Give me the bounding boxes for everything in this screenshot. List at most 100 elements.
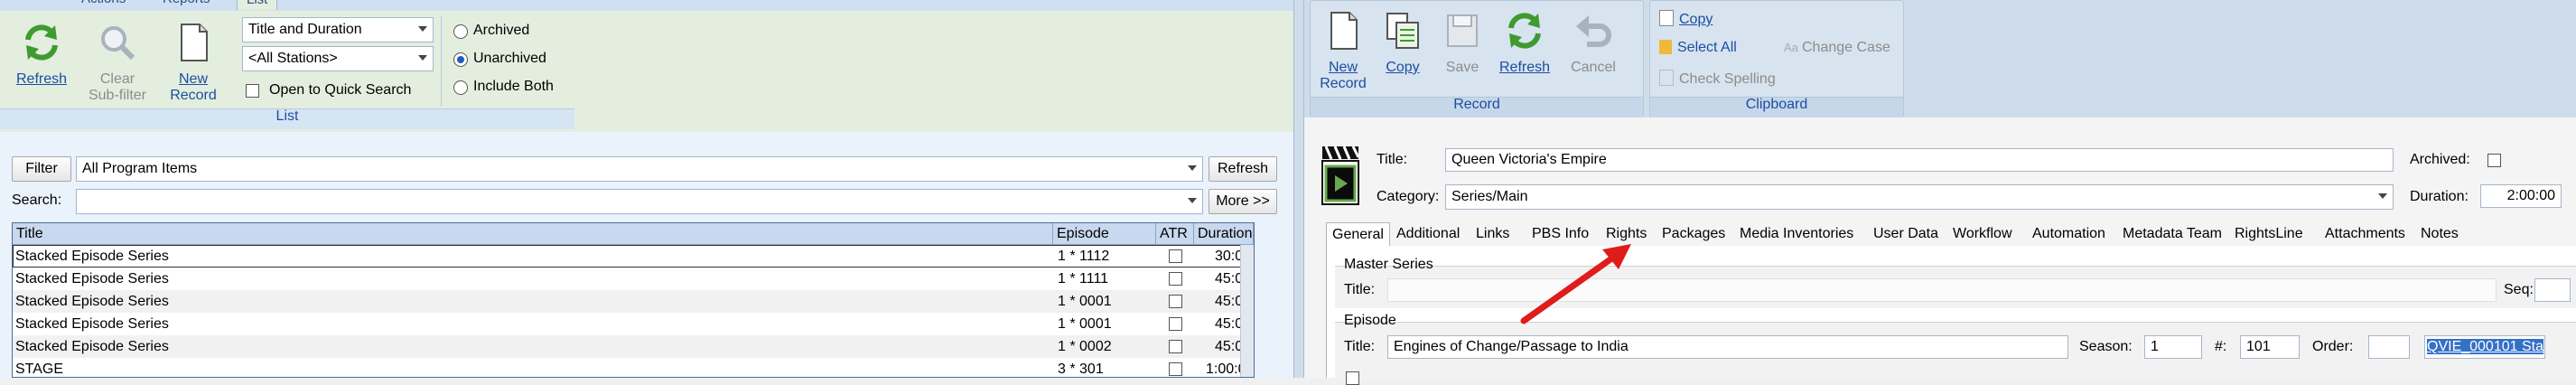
clear-subfilter-button[interactable]: Clear Sub-filter	[83, 22, 152, 104]
tab-additional[interactable]: Additional	[1396, 222, 1460, 246]
tab-links[interactable]: Links	[1476, 222, 1509, 246]
new-record-button[interactable]: New Record	[159, 22, 228, 104]
tab-general[interactable]: General	[1326, 222, 1390, 246]
duration-label: Duration:	[2410, 189, 2469, 204]
tab-user-data[interactable]: User Data	[1873, 222, 1938, 246]
clear-subfilter-label-2: Sub-filter	[88, 88, 147, 103]
episode-code-input[interactable]: QVIE_000101 Sta	[2424, 335, 2545, 359]
program-list-pane: Actions Reports List Refresh Clear Sub-f…	[0, 0, 1293, 378]
archived-radio[interactable]	[453, 24, 468, 39]
list-refresh-button[interactable]: Refresh	[1209, 156, 1277, 182]
check-spelling-label: Check Spelling	[1679, 71, 1776, 87]
spell-check-icon	[1659, 70, 1674, 86]
ribbon-tabstrip: Actions Reports List	[0, 0, 1293, 11]
new-record-label-2: Record	[170, 88, 217, 103]
open-quick-search-label: Open to Quick Search	[269, 82, 412, 98]
clipboard-copy-label: Copy	[1679, 12, 1713, 27]
cell-episode: 1 * 0001	[1058, 294, 1112, 309]
tab-media-inventories[interactable]: Media Inventories	[1740, 222, 1853, 246]
season-input[interactable]: 1	[2144, 335, 2202, 359]
table-row[interactable]: Stacked Episode Series 1 * 0002 45:00	[13, 335, 1254, 358]
archived-radio-label: Archived	[473, 23, 530, 38]
tab-pbs-info[interactable]: PBS Info	[1532, 222, 1589, 246]
unarchived-radio[interactable]	[453, 52, 468, 67]
search-input[interactable]	[76, 189, 1203, 214]
new-record-button[interactable]: New Record	[1316, 10, 1370, 92]
episode-number-input[interactable]: 101	[2240, 335, 2300, 359]
check-spelling-button[interactable]: Check Spelling	[1659, 70, 1776, 88]
master-title-input[interactable]	[1387, 278, 2497, 302]
column-header-title[interactable]: Title	[13, 223, 1053, 245]
column-header-duration[interactable]: Duration	[1194, 223, 1254, 245]
atr-checkbox[interactable]	[1169, 249, 1182, 263]
table-row[interactable]: STAGE 3 * 301 1:00:00	[13, 358, 1254, 377]
episode-title-input[interactable]: Engines of Change/Passage to India	[1387, 335, 2068, 359]
refresh-button[interactable]: Refresh	[7, 22, 76, 88]
cell-episode: 1 * 1111	[1058, 271, 1109, 286]
cancel-label: Cancel	[1571, 60, 1616, 75]
category-combo[interactable]: Series/Main	[1445, 184, 2394, 210]
refresh-record-button[interactable]: Refresh	[1495, 10, 1554, 76]
tab-attachments[interactable]: Attachments	[2325, 222, 2405, 246]
tab-reports[interactable]: Reports	[154, 0, 219, 9]
open-quick-search-checkbox[interactable]	[246, 84, 259, 98]
seq-input[interactable]	[2534, 278, 2571, 302]
tab-notes[interactable]: Notes	[2421, 222, 2459, 246]
table-row[interactable]: Stacked Episode Series 1 * 0001 45:00	[13, 313, 1254, 335]
table-row[interactable]: Stacked Episode Series 1 * 1112 30:00	[13, 245, 1254, 268]
grid-scrollbar[interactable]	[1240, 245, 1254, 377]
title-input[interactable]: Queen Victoria's Empire	[1445, 148, 2394, 172]
cell-title: Stacked Episode Series	[15, 294, 169, 309]
list-group-label: List	[275, 108, 299, 124]
filter-button[interactable]: Filter	[12, 156, 71, 182]
cell-title: Stacked Episode Series	[15, 316, 169, 332]
tab-list[interactable]: List	[237, 0, 278, 10]
archived-checkbox[interactable]	[2487, 154, 2501, 167]
atr-checkbox[interactable]	[1169, 272, 1182, 286]
select-all-button[interactable]: Select All	[1659, 40, 1737, 56]
sort-combo[interactable]: Title and Duration	[242, 17, 434, 42]
column-header-episode[interactable]: Episode	[1053, 223, 1156, 245]
record-detail-pane: New Record Copy Save Refresh Cancel Reco…	[1304, 0, 2576, 385]
copy-record-button[interactable]: Copy	[1376, 10, 1430, 76]
new-label-2: Record	[1320, 76, 1367, 91]
include-both-radio[interactable]	[453, 80, 468, 95]
cell-title: Stacked Episode Series	[15, 339, 169, 354]
cell-episode: 1 * 0002	[1058, 339, 1112, 354]
cancel-button[interactable]: Cancel	[1563, 10, 1623, 76]
stations-combo[interactable]: <All Stations>	[242, 46, 434, 71]
tab-rightsline[interactable]: RightsLine	[2235, 222, 2303, 246]
order-input[interactable]	[2368, 335, 2410, 359]
select-all-label: Select All	[1677, 40, 1737, 55]
new-document-icon	[1330, 12, 1358, 50]
tab-rights[interactable]: Rights	[1606, 222, 1647, 246]
more-button[interactable]: More >>	[1209, 189, 1277, 214]
duration-input[interactable]: 2:00:00	[2480, 184, 2562, 208]
table-row[interactable]: Stacked Episode Series 1 * 1111 45:00	[13, 268, 1254, 290]
table-row[interactable]: Stacked Episode Series 1 * 0001 45:00	[13, 290, 1254, 313]
clipboard-copy-button[interactable]: Copy	[1659, 10, 1713, 28]
tab-packages[interactable]: Packages	[1662, 222, 1725, 246]
tab-actions[interactable]: Actions	[72, 0, 135, 9]
save-label: Save	[1445, 60, 1479, 75]
clipboard-group: Copy Select All Check Spelling Aa Change …	[1649, 0, 1904, 117]
change-case-button[interactable]: Aa Change Case	[1784, 40, 1890, 56]
episode-label: Episode	[1344, 313, 1396, 328]
atr-checkbox[interactable]	[1169, 317, 1182, 331]
tab-metadata-team[interactable]: Metadata Team	[2123, 222, 2222, 246]
atr-checkbox[interactable]	[1169, 340, 1182, 353]
tab-automation[interactable]: Automation	[2032, 222, 2105, 246]
pane-splitter[interactable]	[1293, 0, 1304, 378]
filter-combo[interactable]: All Program Items	[76, 156, 1203, 182]
atr-checkbox[interactable]	[1169, 295, 1182, 308]
undo-arrow-icon	[1576, 15, 1611, 47]
atr-checkbox[interactable]	[1169, 362, 1182, 376]
refresh-label: Refresh	[15, 71, 68, 87]
category-label: Category:	[1377, 189, 1440, 204]
episode-code-selected-text: QVIE_000101 Sta	[2427, 339, 2543, 354]
save-button[interactable]: Save	[1435, 10, 1489, 76]
column-header-atr[interactable]: ATR	[1156, 223, 1194, 245]
seq-label: Seq:	[2504, 282, 2534, 297]
tab-workflow[interactable]: Workflow	[1953, 222, 2012, 246]
episode-option-checkbox[interactable]	[1346, 371, 1359, 385]
